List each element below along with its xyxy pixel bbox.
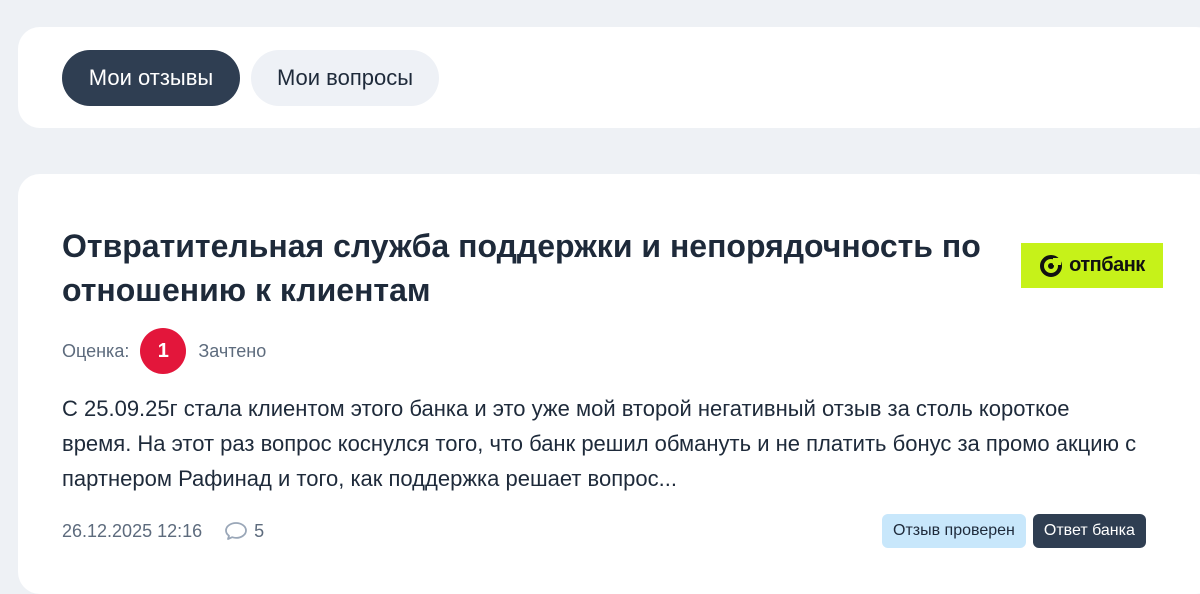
bank-logo-text: отпбанк [1069, 254, 1145, 276]
verified-badge: Отзыв проверен [882, 514, 1026, 548]
tabs-panel: Мои отзывы Мои вопросы [18, 27, 1200, 128]
bank-logo[interactable]: отпбанк [1021, 243, 1163, 288]
rating-row: Оценка: 1 Зачтено [62, 328, 266, 374]
review-badges: Отзыв проверен Ответ банка [882, 514, 1146, 548]
bank-reply-badge[interactable]: Ответ банка [1032, 514, 1146, 548]
review-date: 26.12.2025 12:16 [62, 520, 203, 541]
rating-badge: 1 [140, 328, 187, 374]
review-meta: 26.12.2025 12:16 5 [62, 514, 264, 548]
rating-label: Оценка: [62, 340, 130, 361]
comment-bubble-icon [224, 521, 248, 541]
review-title[interactable]: Отвратительная служба поддержки и непоря… [62, 224, 982, 312]
tab-my-questions[interactable]: Мои вопросы [251, 50, 439, 106]
review-card: Отвратительная служба поддержки и непоря… [18, 174, 1200, 594]
review-excerpt[interactable]: С 25.09.25г стала клиентом этого банка и… [62, 391, 1142, 496]
otp-logo-icon [1040, 254, 1063, 277]
rating-status: Зачтено [198, 340, 267, 361]
comments-link[interactable]: 5 [224, 521, 264, 542]
tab-my-reviews[interactable]: Мои отзывы [62, 50, 240, 106]
comments-count: 5 [254, 520, 265, 541]
